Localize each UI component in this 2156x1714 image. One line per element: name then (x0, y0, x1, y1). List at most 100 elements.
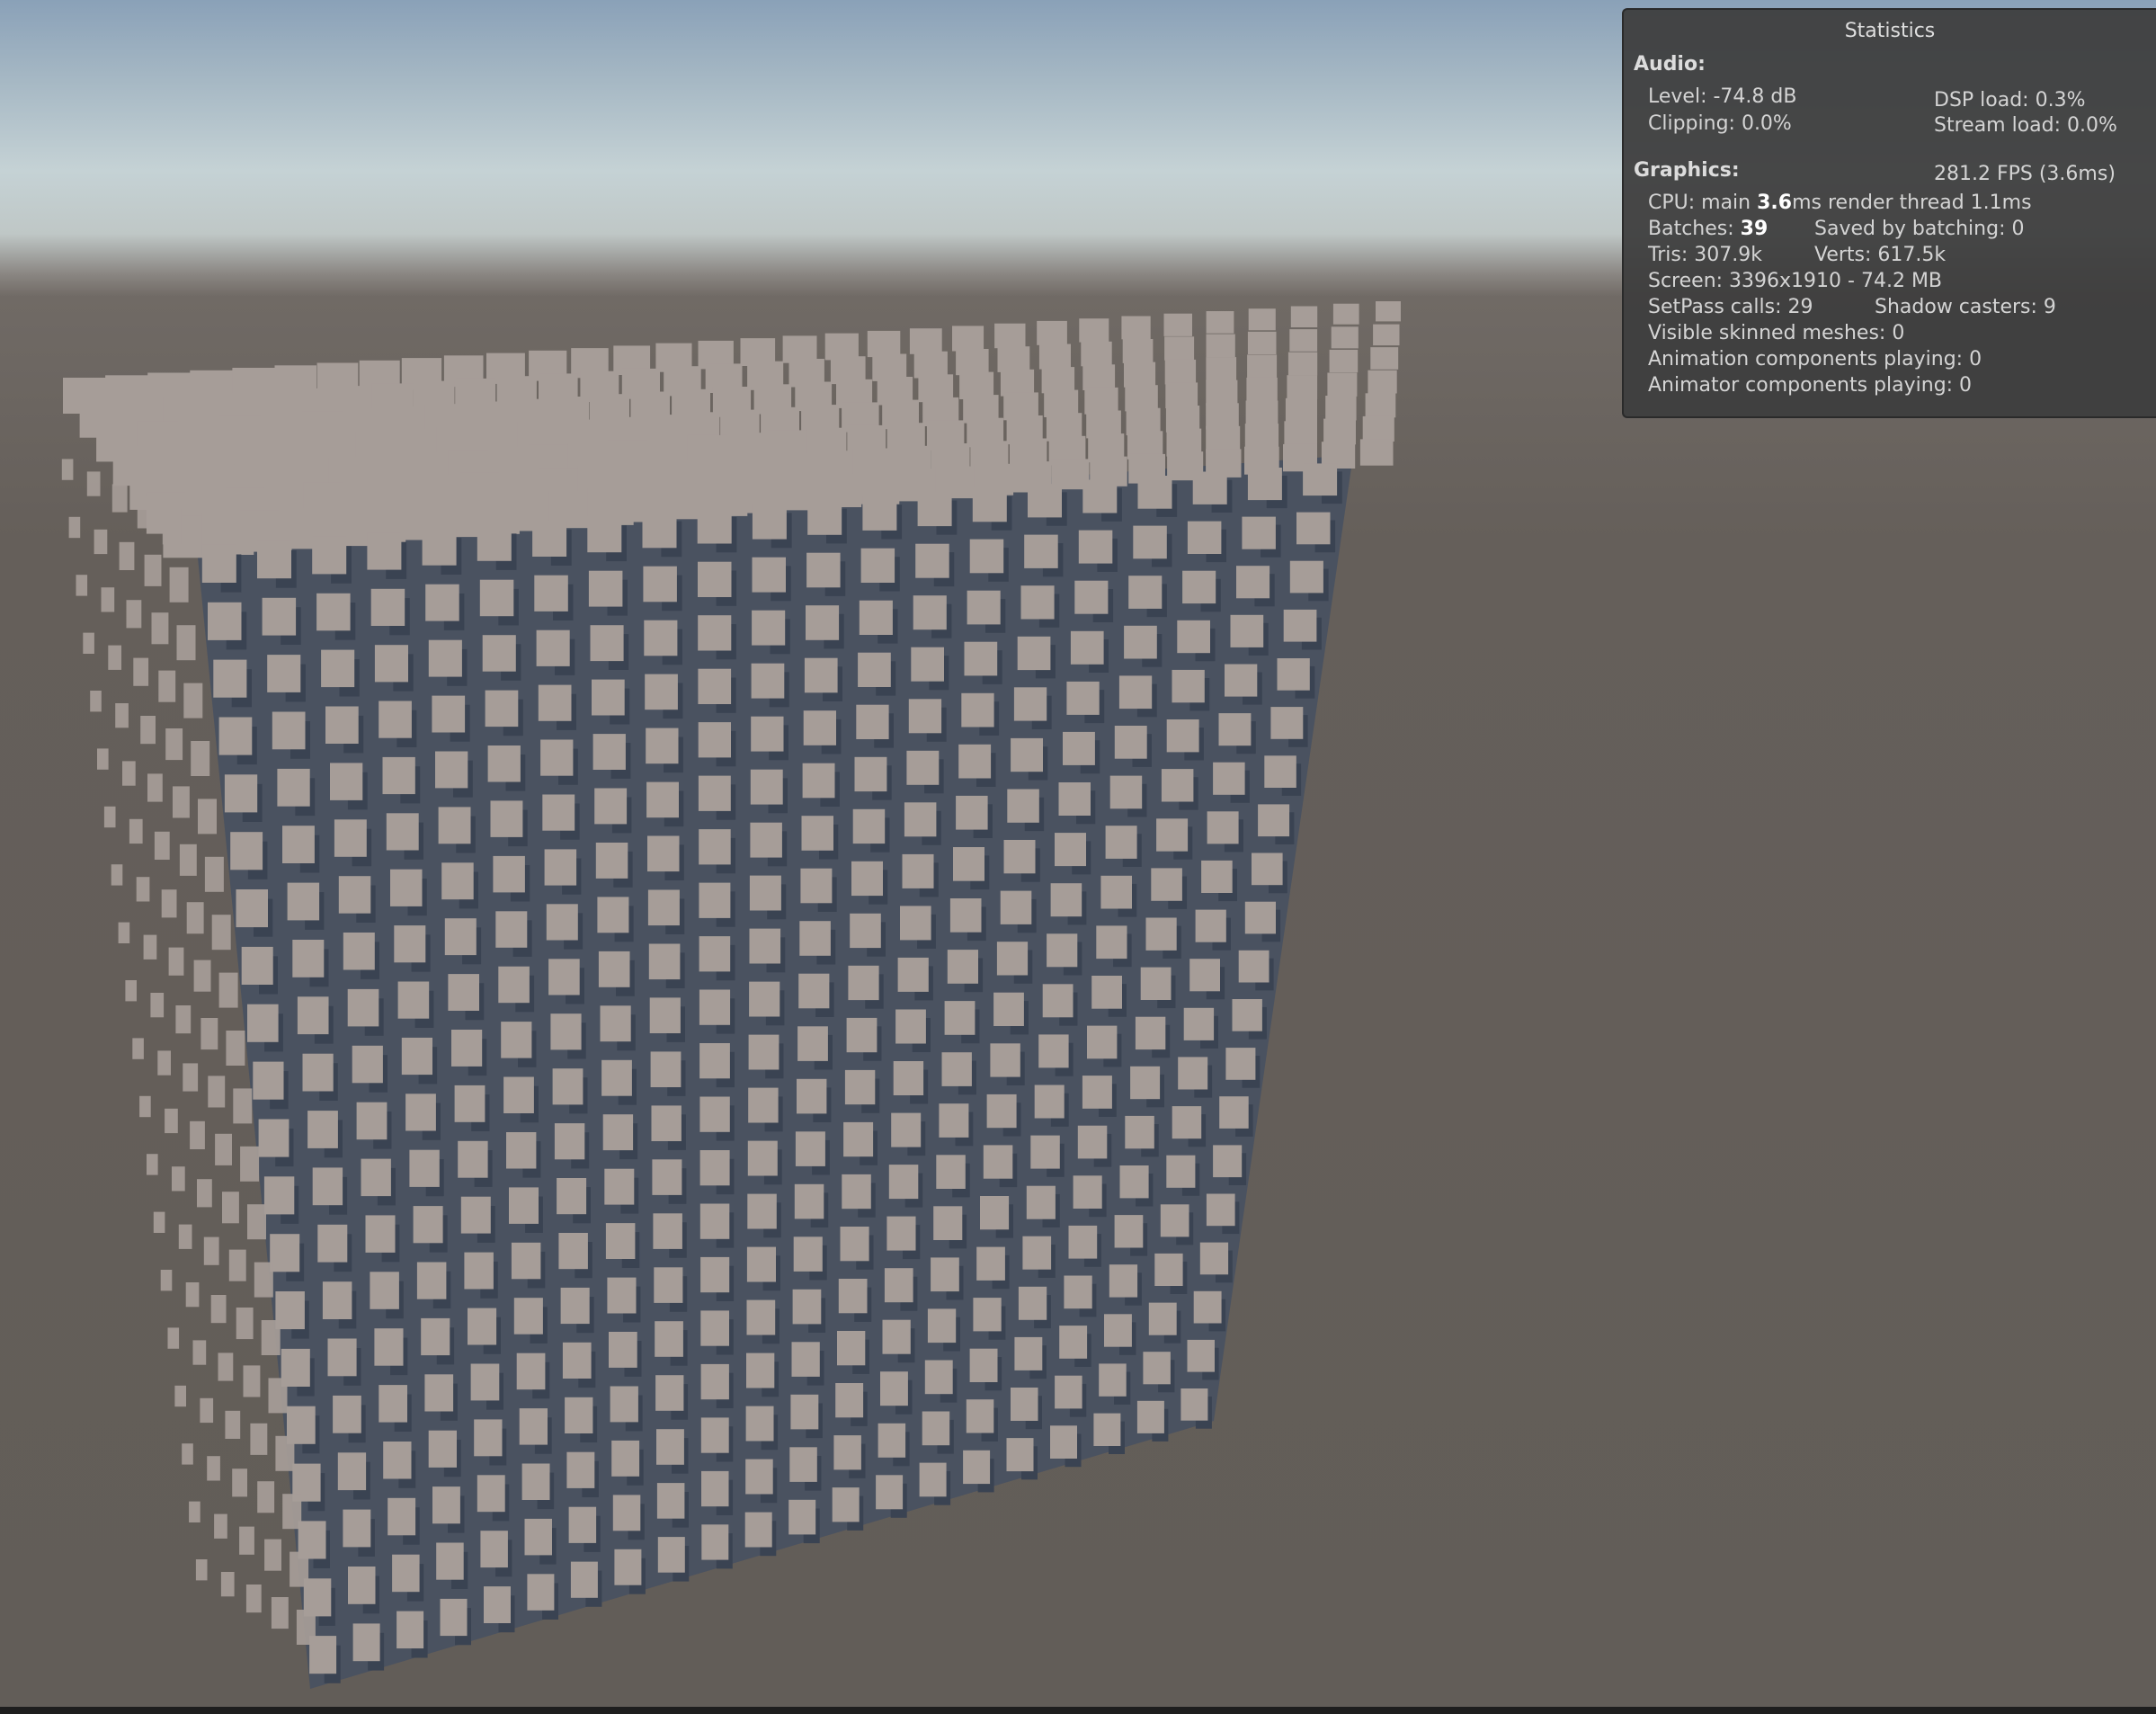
cube (566, 1451, 595, 1488)
cube (880, 1371, 908, 1406)
cube (253, 1061, 284, 1100)
cube (1118, 675, 1153, 710)
cube (521, 1463, 550, 1500)
cube (698, 668, 732, 704)
cube (542, 794, 575, 831)
cube (611, 1440, 640, 1477)
cube (200, 1018, 218, 1050)
cube (600, 1005, 631, 1042)
cube (1365, 393, 1396, 418)
cube (1368, 370, 1397, 394)
cube (862, 495, 897, 531)
cube (1070, 630, 1104, 665)
cube (172, 1166, 185, 1192)
cube (1014, 1336, 1043, 1370)
cube (213, 659, 247, 698)
cube (852, 808, 886, 844)
cube (1244, 901, 1276, 934)
cube (198, 799, 217, 835)
cube (698, 561, 732, 597)
cube (1183, 1007, 1215, 1040)
cube (147, 773, 163, 802)
cube (143, 934, 157, 960)
cube (133, 657, 149, 686)
cube (1165, 382, 1198, 409)
cube (275, 1435, 295, 1471)
cube (699, 936, 731, 972)
cube (394, 925, 426, 963)
audio-stream-load: Stream load: 0.0% (1934, 114, 2117, 137)
cube (888, 1165, 919, 1200)
cube (210, 1295, 227, 1324)
audio-level: Level: -74.8 dB (1648, 85, 1797, 108)
cube (97, 748, 109, 770)
cube (804, 657, 838, 693)
cube (162, 509, 182, 545)
cube (1017, 636, 1051, 671)
cube (312, 1167, 343, 1206)
cube (648, 943, 681, 980)
cube (1156, 818, 1189, 852)
cube (1073, 1175, 1102, 1209)
cube (1230, 614, 1264, 647)
cube (482, 635, 516, 672)
cube (824, 333, 859, 361)
cube (592, 734, 626, 770)
graphics-batches: Batches: 39 (1648, 216, 1768, 242)
cube (794, 1183, 824, 1219)
cube (374, 645, 408, 683)
cube (379, 1385, 407, 1423)
cube (1290, 306, 1318, 327)
cube (175, 1005, 192, 1034)
cube (788, 1499, 816, 1535)
cube (464, 1252, 494, 1290)
cube (906, 750, 940, 785)
cube (292, 940, 325, 978)
cube (592, 679, 625, 716)
cube (876, 1475, 904, 1510)
cube (833, 1435, 861, 1470)
cube (803, 710, 836, 745)
cube (1206, 357, 1237, 382)
cube (527, 1574, 555, 1611)
cube (837, 1331, 866, 1366)
cube (844, 1069, 876, 1105)
cube (745, 1459, 773, 1495)
cube (748, 1034, 780, 1070)
cube (208, 602, 242, 640)
cube (1130, 1066, 1161, 1100)
cube (1225, 664, 1258, 697)
cube (454, 1085, 486, 1122)
cube (840, 1227, 869, 1262)
cube (854, 756, 887, 792)
cube (195, 1559, 208, 1581)
cube (1078, 530, 1113, 564)
cube (312, 536, 347, 575)
cube (1206, 403, 1239, 430)
cube (262, 597, 297, 636)
cube (650, 1051, 682, 1087)
cube (1247, 354, 1278, 379)
cube (1303, 463, 1338, 496)
cube (1373, 324, 1400, 346)
cube (168, 947, 184, 976)
cube (550, 1013, 582, 1050)
cube (588, 570, 623, 607)
cube (1177, 620, 1210, 654)
cube (1100, 875, 1132, 909)
cube (614, 1549, 642, 1585)
cube (1099, 1363, 1127, 1397)
cube (160, 1270, 173, 1291)
cube (513, 1298, 543, 1335)
cube (791, 1342, 820, 1377)
cube (915, 543, 949, 578)
cube (435, 751, 468, 789)
cube (969, 1348, 998, 1382)
cube (370, 1272, 399, 1309)
cube (1166, 1155, 1196, 1188)
cube (904, 802, 937, 837)
cube (1154, 1253, 1183, 1286)
cube (228, 1249, 246, 1281)
cube (700, 1363, 729, 1400)
cube (1264, 755, 1296, 788)
